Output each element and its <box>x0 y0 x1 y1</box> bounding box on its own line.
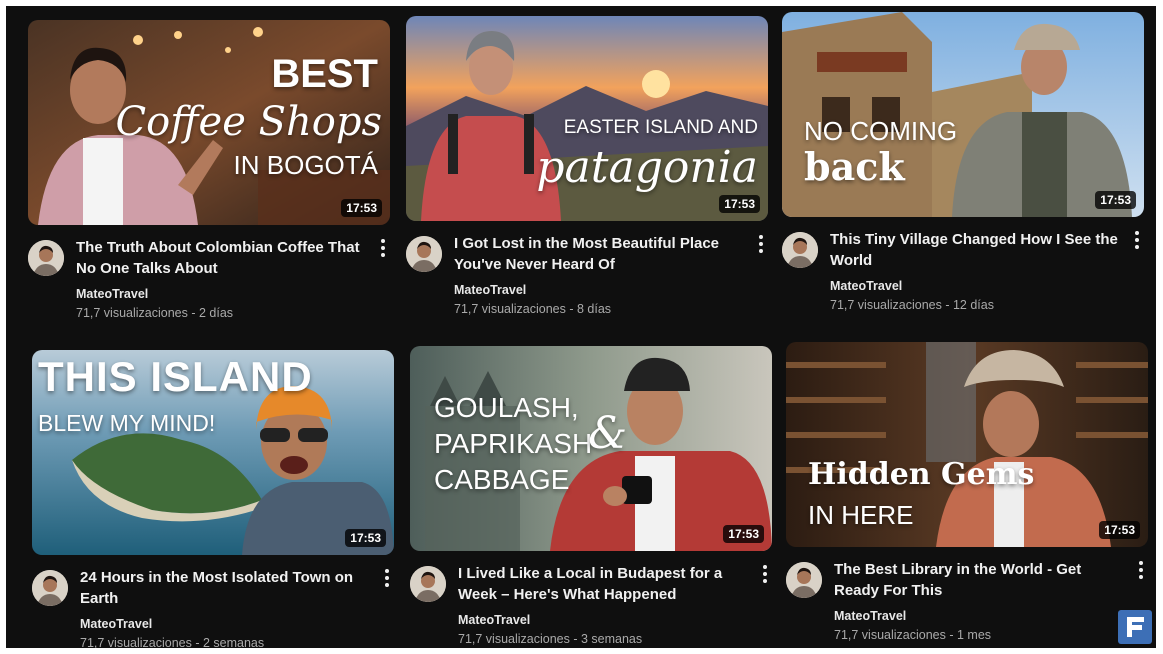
channel-name[interactable]: MateoTravel <box>830 279 902 293</box>
thumbnail-text-coffee-shops: Coffee Shops <box>115 99 382 145</box>
video-title[interactable]: I Lived Like a Local in Budapest for a W… <box>458 563 748 605</box>
thumbnail-text-cabbage: CABBAGE <box>434 464 570 495</box>
video-meta: 24 Hours in the Most Isolated Town on Ea… <box>32 567 396 648</box>
video-stats: 71,7 visualizaciones - 1 mes <box>834 628 992 642</box>
video-thumbnail[interactable]: EASTER ISLAND AND patagonia 17:53 <box>406 16 768 221</box>
thumbnail-text-patagonia: patagonia <box>536 142 758 193</box>
channel-avatar[interactable] <box>28 240 64 276</box>
thumbnail-text-paprikash: PAPRIKASH <box>434 428 593 459</box>
thumbnail-text-hidden-gems: Hidden Gems <box>808 457 1035 492</box>
thumbnail-text-easter-island: EASTER ISLAND AND <box>563 117 758 138</box>
thumbnail-text-this-island: THIS ISLAND <box>38 353 313 400</box>
more-vert-icon[interactable] <box>380 567 394 589</box>
video-title[interactable]: I Got Lost in the Most Beautiful Place Y… <box>454 233 744 275</box>
thumbnail-text-bogota: IN BOGOTÁ <box>233 150 378 180</box>
video-thumbnail[interactable]: NO COMING back 17:53 <box>782 12 1144 217</box>
channel-avatar[interactable] <box>32 570 68 606</box>
video-meta: I Lived Like a Local in Budapest for a W… <box>410 563 774 648</box>
video-stats: 71,7 visualizaciones - 12 días <box>830 298 994 312</box>
duration-badge: 17:53 <box>1095 191 1136 209</box>
channel-name[interactable]: MateoTravel <box>80 617 152 631</box>
video-thumbnail[interactable]: THIS ISLAND BLEW MY MIND! 17:53 <box>32 350 394 555</box>
video-title[interactable]: 24 Hours in the Most Isolated Town on Ea… <box>80 567 370 609</box>
duration-badge: 17:53 <box>345 529 386 547</box>
video-thumbnail[interactable]: Hidden Gems IN HERE 17:53 <box>786 342 1148 547</box>
thumbnail-text-best: BEST <box>271 52 378 96</box>
video-stats: 71,7 visualizaciones - 8 días <box>454 302 612 316</box>
more-vert-icon[interactable] <box>376 237 390 259</box>
video-thumbnail[interactable]: GOULASH, PAPRIKASH & CABBAGE 17:53 <box>410 346 772 551</box>
video-stats: 71,7 visualizaciones - 2 días <box>76 306 234 320</box>
video-meta: This Tiny Village Changed How I See the … <box>782 229 1146 319</box>
channel-avatar[interactable] <box>410 566 446 602</box>
thumbnail-text-goulash: GOULASH, <box>434 392 579 423</box>
thumbnail-text-back: back <box>804 144 905 189</box>
video-meta: I Got Lost in the Most Beautiful Place Y… <box>406 233 770 323</box>
video-title[interactable]: The Best Library in the World - Get Read… <box>834 559 1124 601</box>
channel-name[interactable]: MateoTravel <box>834 609 906 623</box>
video-title[interactable]: The Truth About Colombian Coffee That No… <box>76 237 366 279</box>
duration-badge: 17:53 <box>723 525 764 543</box>
channel-avatar[interactable] <box>782 232 818 268</box>
duration-badge: 17:53 <box>1099 521 1140 539</box>
channel-avatar[interactable] <box>786 562 822 598</box>
channel-name[interactable]: MateoTravel <box>458 613 530 627</box>
video-title[interactable]: This Tiny Village Changed How I See the … <box>830 229 1120 271</box>
video-meta: The Truth About Colombian Coffee That No… <box>28 237 392 327</box>
duration-badge: 17:53 <box>719 195 760 213</box>
thumbnail-text-blew-my-mind: BLEW MY MIND! <box>38 410 216 436</box>
video-thumbnail[interactable]: BEST Coffee Shops IN BOGOTÁ 17:53 <box>28 20 390 225</box>
more-vert-icon[interactable] <box>758 563 772 585</box>
video-stats: 71,7 visualizaciones - 2 semanas <box>80 636 265 648</box>
video-grid: BEST Coffee Shops IN BOGOTÁ 17:53 The Tr… <box>6 6 1156 648</box>
thumbnail-text-in-here: IN HERE <box>808 500 914 530</box>
channel-avatar[interactable] <box>406 236 442 272</box>
thumbnail-text-no-coming: NO COMING <box>804 116 958 146</box>
thumbnail-text-ampersand: & <box>588 408 628 459</box>
more-vert-icon[interactable] <box>1130 229 1144 251</box>
channel-name[interactable]: MateoTravel <box>454 283 526 297</box>
channel-name[interactable]: MateoTravel <box>76 287 148 301</box>
brand-logo-icon <box>1118 610 1152 644</box>
duration-badge: 17:53 <box>341 199 382 217</box>
video-stats: 71,7 visualizaciones - 3 semanas <box>458 632 643 646</box>
video-meta: The Best Library in the World - Get Read… <box>786 559 1150 648</box>
more-vert-icon[interactable] <box>754 233 768 255</box>
more-vert-icon[interactable] <box>1134 559 1148 581</box>
